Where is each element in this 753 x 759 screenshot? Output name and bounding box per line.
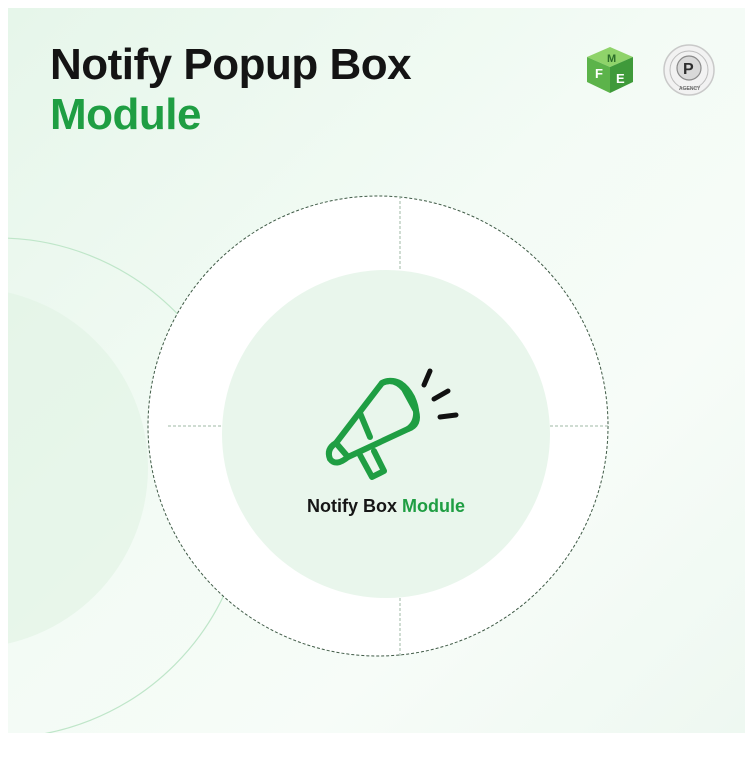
svg-text:E: E	[616, 71, 625, 86]
module-label-second: Module	[402, 496, 465, 516]
banner-card: Notify Popup Box Module F M E P AGENCY N…	[8, 8, 745, 733]
module-label: Notify Box Module	[222, 496, 550, 517]
module-label-first: Notify Box	[306, 496, 397, 516]
title-line-2: Module	[50, 90, 201, 139]
title-line-1: Notify Popup Box	[50, 40, 412, 89]
svg-text:P: P	[683, 61, 694, 78]
svg-text:F: F	[595, 66, 603, 81]
prestashop-partner-seal-icon: P AGENCY	[663, 44, 715, 96]
megaphone-icon	[325, 368, 459, 480]
fme-cube-logo-icon: F M E	[587, 47, 633, 93]
svg-text:M: M	[607, 53, 616, 65]
svg-text:AGENCY: AGENCY	[679, 86, 701, 92]
page-title: Notify Popup Box Module	[50, 40, 412, 140]
